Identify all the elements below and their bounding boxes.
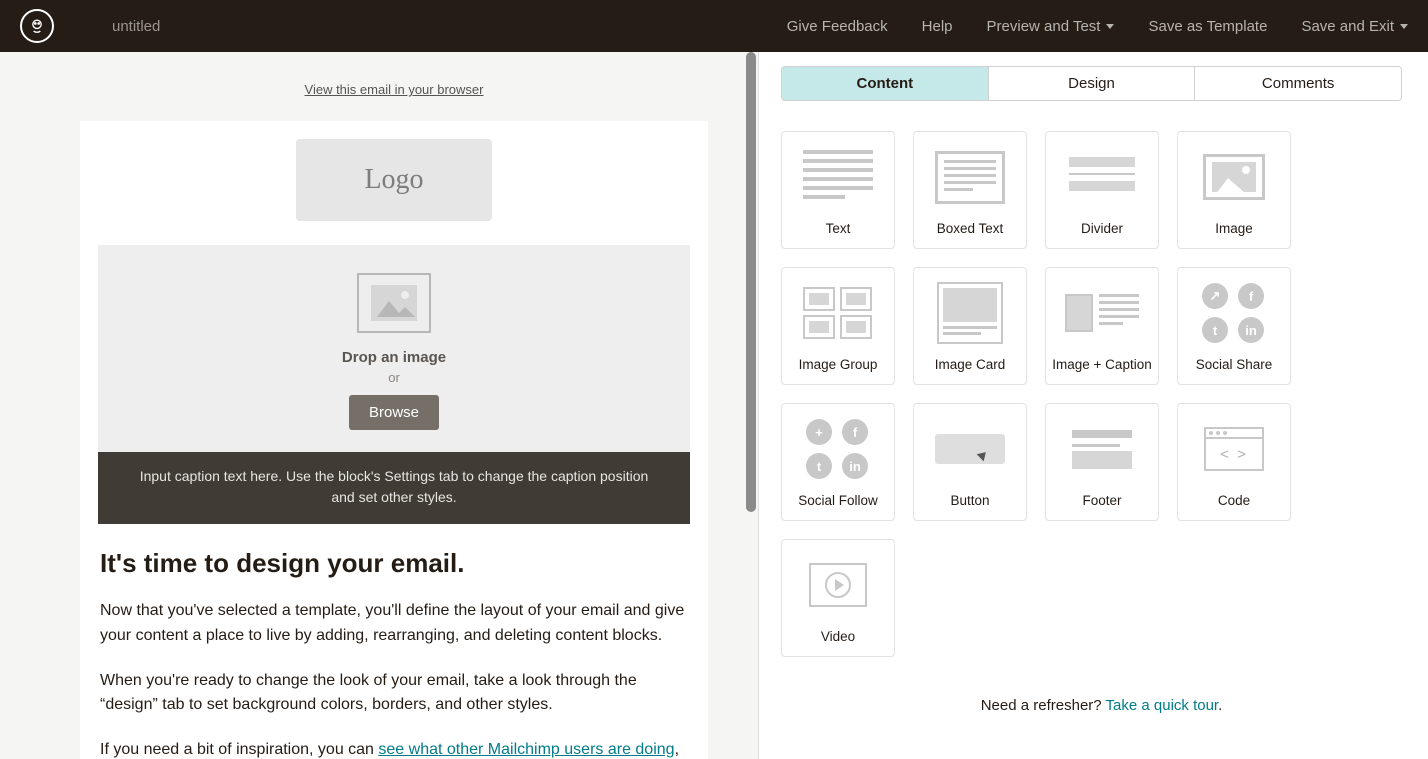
nav-save-exit-label: Save and Exit	[1301, 18, 1394, 35]
email-paragraph-2: When you're ready to change the look of …	[100, 669, 688, 719]
block-image[interactable]: Image	[1177, 131, 1291, 249]
block-text[interactable]: Text	[781, 131, 895, 249]
document-title[interactable]: untitled	[112, 18, 160, 35]
block-code-label: Code	[1218, 493, 1250, 508]
nav-preview-and-test[interactable]: Preview and Test	[987, 18, 1115, 35]
nav-preview-label: Preview and Test	[987, 18, 1101, 35]
divider-icon	[1046, 146, 1158, 208]
block-image-caption[interactable]: Image + Caption	[1045, 267, 1159, 385]
block-image-group[interactable]: Image Group	[781, 267, 895, 385]
image-placeholder-icon	[357, 273, 431, 333]
content-block-grid: Text Boxed Text Divider Image Image Grou…	[781, 131, 1422, 657]
block-divider-label: Divider	[1081, 221, 1123, 236]
or-label: or	[98, 370, 690, 385]
drop-image-label: Drop an image	[98, 349, 690, 366]
email-heading: It's time to design your email.	[100, 548, 688, 579]
tab-comments[interactable]: Comments	[1194, 67, 1401, 100]
block-divider[interactable]: Divider	[1045, 131, 1159, 249]
block-image-caption-label: Image + Caption	[1052, 357, 1151, 372]
workspace: View this email in your browser Logo Dro…	[0, 52, 1428, 759]
social-share-icon: ↗ftin	[1178, 282, 1290, 344]
image-caption-icon	[1046, 282, 1158, 344]
canvas-scrollbar[interactable]	[744, 52, 758, 759]
logo-placeholder[interactable]: Logo	[296, 139, 492, 221]
social-follow-icon: +ftin	[782, 418, 894, 480]
email-paragraph-1: Now that you've selected a template, you…	[100, 599, 688, 649]
block-button[interactable]: Button	[913, 403, 1027, 521]
right-panel: Content Design Comments Text Boxed Text …	[758, 52, 1428, 759]
email-body: Logo Drop an image or Browse Input capti…	[80, 121, 708, 759]
app-logo-icon[interactable]	[20, 9, 54, 43]
tab-content[interactable]: Content	[782, 67, 988, 100]
block-social-follow-label: Social Follow	[798, 493, 878, 508]
take-tour-link[interactable]: Take a quick tour	[1106, 697, 1219, 714]
image-group-icon	[782, 282, 894, 344]
panel-tabs: Content Design Comments	[781, 66, 1402, 101]
link-see-users[interactable]: see what other Mailchimp users are doing	[378, 741, 674, 758]
tour-prefix: Need a refresher?	[981, 697, 1106, 714]
nav-save-template-label: Save as Template	[1148, 18, 1267, 35]
block-button-label: Button	[950, 493, 989, 508]
block-video[interactable]: Video	[781, 539, 895, 657]
tour-prompt: Need a refresher? Take a quick tour.	[781, 697, 1422, 714]
block-social-share[interactable]: ↗ftin Social Share	[1177, 267, 1291, 385]
scrollbar-thumb[interactable]	[746, 52, 756, 512]
boxed-text-icon	[914, 146, 1026, 208]
p3-text-a: If you need a bit of inspiration, you ca…	[100, 741, 378, 758]
block-text-label: Text	[826, 221, 851, 236]
block-footer-label: Footer	[1082, 493, 1121, 508]
button-icon	[914, 418, 1026, 480]
view-in-browser-link[interactable]: View this email in your browser	[80, 82, 708, 97]
text-icon	[782, 146, 894, 208]
email-paragraph-3: If you need a bit of inspiration, you ca…	[100, 738, 688, 759]
tab-design[interactable]: Design	[988, 67, 1195, 100]
top-nav: untitled Give Feedback Help Preview and …	[0, 0, 1428, 52]
footer-icon	[1046, 418, 1158, 480]
email-canvas: View this email in your browser Logo Dro…	[0, 52, 758, 759]
code-icon: < >	[1178, 418, 1290, 480]
block-image-card-label: Image Card	[935, 357, 1006, 372]
block-image-card[interactable]: Image Card	[913, 267, 1027, 385]
block-social-share-label: Social Share	[1196, 357, 1273, 372]
block-image-label: Image	[1215, 221, 1253, 236]
nav-give-feedback[interactable]: Give Feedback	[787, 18, 888, 35]
image-card-icon	[914, 282, 1026, 344]
block-footer[interactable]: Footer	[1045, 403, 1159, 521]
nav-help-label: Help	[922, 18, 953, 35]
nav-give-feedback-label: Give Feedback	[787, 18, 888, 35]
image-drop-zone[interactable]: Drop an image or Browse	[98, 245, 690, 452]
browse-button[interactable]: Browse	[349, 395, 439, 430]
block-social-follow[interactable]: +ftin Social Follow	[781, 403, 895, 521]
block-boxed-text[interactable]: Boxed Text	[913, 131, 1027, 249]
nav-help[interactable]: Help	[922, 18, 953, 35]
tour-suffix: .	[1218, 697, 1222, 714]
block-image-group-label: Image Group	[799, 357, 878, 372]
block-video-label: Video	[821, 629, 855, 644]
nav-save-and-exit[interactable]: Save and Exit	[1301, 18, 1408, 35]
image-icon	[1178, 146, 1290, 208]
email-text-block[interactable]: It's time to design your email. Now that…	[80, 524, 708, 759]
video-icon	[782, 554, 894, 616]
block-code[interactable]: < > Code	[1177, 403, 1291, 521]
block-boxed-text-label: Boxed Text	[937, 221, 1004, 236]
image-caption-block[interactable]: Input caption text here. Use the block's…	[98, 452, 690, 524]
nav-save-as-template[interactable]: Save as Template	[1148, 18, 1267, 35]
